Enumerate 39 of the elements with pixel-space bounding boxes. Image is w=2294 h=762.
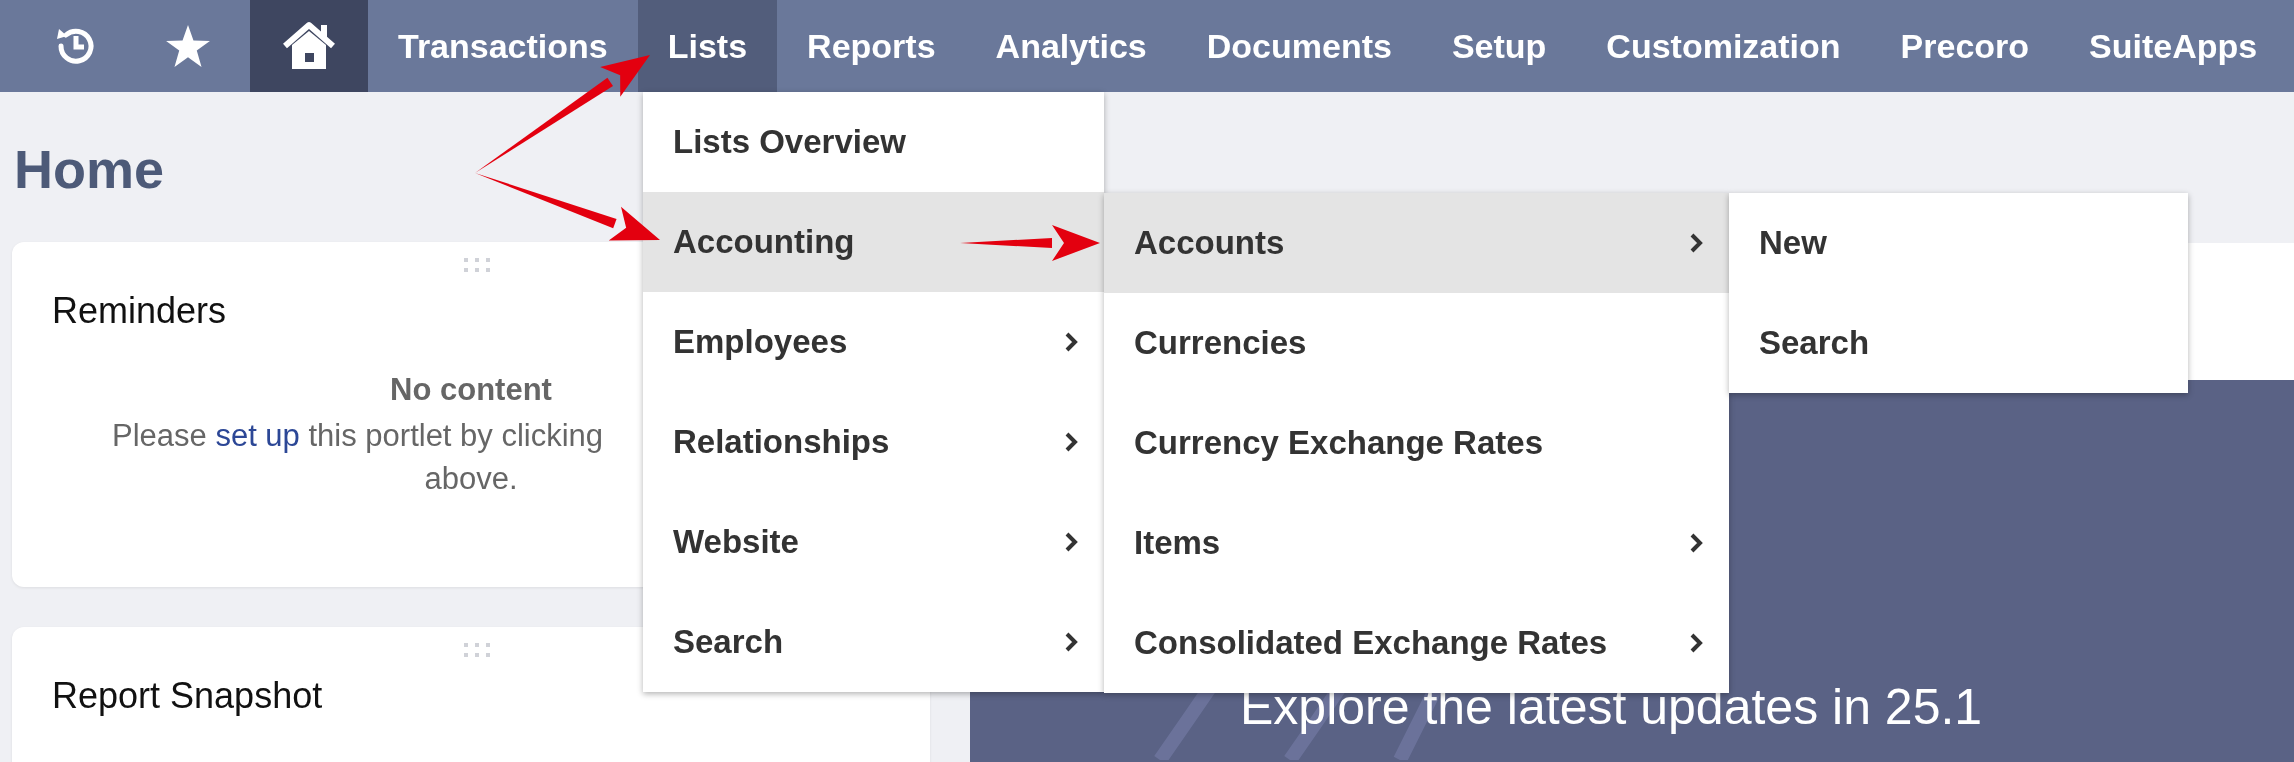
menu-item[interactable]: Search xyxy=(643,592,1104,692)
nav-tab[interactable]: Precoro xyxy=(1870,0,2060,92)
menu-item[interactable]: Accounts xyxy=(1104,193,1729,293)
menu-item[interactable]: Employees xyxy=(643,292,1104,392)
star-icon xyxy=(166,25,210,67)
nav-tab[interactable]: Lists xyxy=(637,0,778,92)
menu-item[interactable]: Lists Overview xyxy=(643,92,1104,192)
home-button[interactable] xyxy=(250,0,368,92)
menu-item[interactable]: Website xyxy=(643,492,1104,592)
menu-item[interactable]: Accounting xyxy=(643,192,1104,292)
drag-handle-icon[interactable] xyxy=(464,258,490,272)
menu-item[interactable]: Currency Exchange Rates xyxy=(1104,393,1729,493)
chevron-right-icon xyxy=(1064,531,1078,553)
card-title: Reminders xyxy=(52,290,227,332)
menu-item[interactable]: Items xyxy=(1104,493,1729,593)
chevron-right-icon xyxy=(1064,431,1078,453)
menu-item[interactable]: Relationships xyxy=(643,392,1104,492)
home-icon xyxy=(281,21,337,71)
chevron-right-icon xyxy=(1064,631,1078,653)
nav-tab[interactable]: Setup xyxy=(1421,0,1577,92)
nav-tab[interactable]: Analytics xyxy=(965,0,1177,92)
nav-tab[interactable]: Reports xyxy=(777,0,966,92)
chevron-right-icon xyxy=(1689,232,1703,254)
chevron-right-icon xyxy=(1064,331,1078,353)
nav-tab[interactable]: Documents xyxy=(1176,0,1422,92)
nav-tab[interactable]: SuiteApps xyxy=(2059,0,2288,92)
nav-tab[interactable]: Transactions xyxy=(368,0,638,92)
drag-handle-icon[interactable] xyxy=(464,643,490,657)
empty-state-title: No content xyxy=(389,372,553,408)
chevron-right-icon xyxy=(1689,632,1703,654)
menu-item[interactable]: Currencies xyxy=(1104,293,1729,393)
menu-item[interactable]: New xyxy=(1729,193,2188,293)
page-title: Home xyxy=(14,142,166,196)
nav-tab[interactable]: Customization xyxy=(1576,0,1871,92)
set-up-link[interactable]: set up xyxy=(215,418,300,453)
card-title: Report Snapshot xyxy=(52,675,323,717)
menu-item[interactable]: Search xyxy=(1729,293,2188,393)
chevron-right-icon xyxy=(1689,532,1703,554)
menu-item[interactable]: Consolidated Exchange Rates xyxy=(1104,593,1729,693)
